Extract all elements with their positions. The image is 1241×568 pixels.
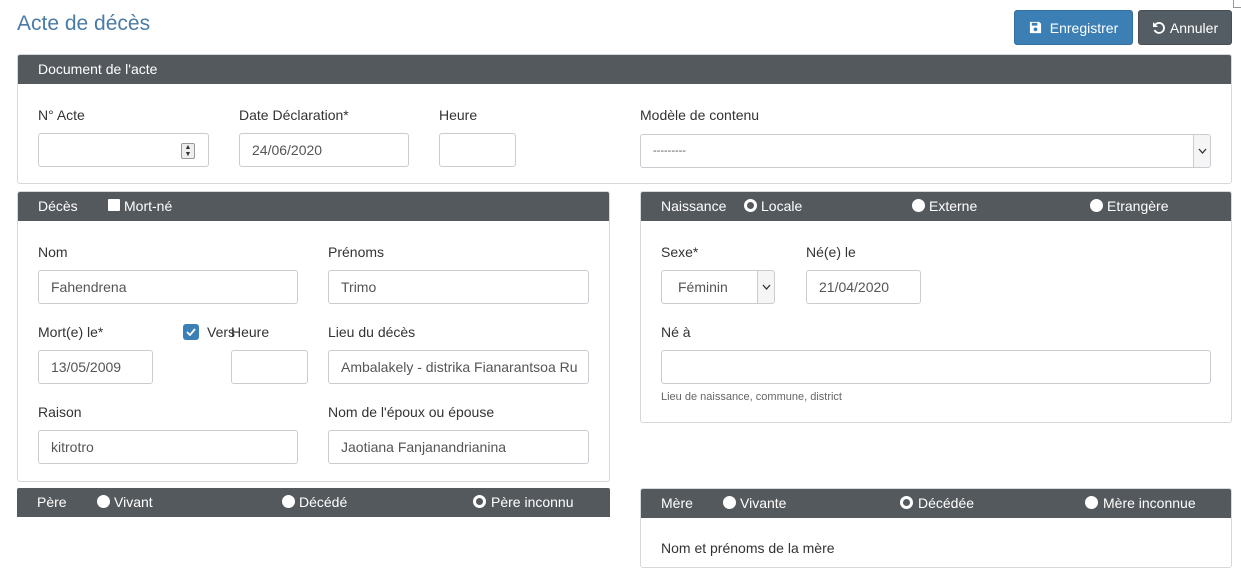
date-declaration-label: Date Déclaration* (239, 107, 349, 123)
date-declaration-input[interactable]: 24/06/2020 (239, 133, 409, 167)
modele-label: Modèle de contenu (640, 107, 760, 123)
radio-etrangere[interactable] (1090, 199, 1103, 212)
ne-a-help: Lieu de naissance, commune, district (661, 391, 842, 403)
sexe-label: Sexe* (661, 244, 699, 260)
check-icon (186, 328, 196, 336)
document-panel-header: Document de l'acte (18, 55, 1231, 84)
raison-label: Raison (38, 404, 82, 420)
epoux-input[interactable]: Jaotiana Fanjanandrianina (328, 430, 589, 464)
document-panel-title: Document de l'acte (38, 61, 158, 77)
num-acte-input[interactable]: ▲ ▼ (38, 133, 209, 167)
mere-inconnue-label: Mère inconnue (1103, 495, 1196, 511)
pere-inconnu-label: Père inconnu (491, 494, 574, 510)
mort-ne-label: Mort-né (124, 198, 173, 214)
pere-decede-label: Décédé (299, 494, 348, 510)
lieu-deces-label: Lieu du décès (328, 324, 416, 340)
naissance-panel-title: Naissance (661, 198, 727, 214)
radio-externe[interactable] (912, 199, 925, 212)
radio-etrangere-label: Etrangère (1107, 198, 1169, 214)
lieu-deces-input[interactable]: Ambalakely - distrika Fianarantsoa Ru (328, 350, 589, 384)
mort-le-label: Mort(e) le* (38, 324, 104, 340)
nom-input[interactable]: Fahendrena (38, 270, 298, 304)
radio-pere-vivant[interactable] (97, 495, 110, 508)
prenoms-label: Prénoms (328, 244, 385, 260)
radio-mere-vivante[interactable] (723, 496, 736, 509)
epoux-label: Nom de l'époux ou épouse (328, 404, 495, 420)
mere-title: Mère (661, 495, 693, 511)
ne-le-label: Né(e) le (806, 244, 856, 260)
radio-pere-inconnu[interactable] (473, 495, 486, 508)
nom-label: Nom (38, 244, 68, 260)
pere-vivant-label: Vivant (114, 494, 153, 510)
mere-decedee-label: Décédée (918, 495, 975, 511)
ne-le-input[interactable]: 21/04/2020 (806, 270, 921, 304)
raison-input[interactable]: kitrotro (38, 430, 298, 464)
mere-panel-header: Mère Vivante Décédée Mère inconnue (641, 489, 1231, 518)
deces-panel-header: Décès Mort-né (18, 192, 609, 221)
mort-ne-checkbox[interactable] (108, 199, 120, 211)
cancel-label: Annuler (1169, 19, 1219, 36)
naissance-panel: Naissance Locale Externe Etrangère (640, 191, 1232, 423)
num-acte-label: N° Acte (38, 107, 85, 123)
floppy-icon (1029, 21, 1041, 34)
chevron-down-icon (1193, 135, 1210, 167)
heure-input[interactable] (439, 133, 516, 167)
radio-mere-inconnue[interactable] (1085, 496, 1098, 509)
modele-select[interactable]: --------- (640, 134, 1211, 168)
window-corner (1233, 0, 1241, 8)
radio-mere-decedee[interactable] (900, 496, 913, 509)
heure-label: Heure (439, 107, 478, 123)
save-label: Enregistrer (1049, 19, 1119, 36)
radio-pere-decede[interactable] (282, 495, 295, 508)
vers-checkbox[interactable] (183, 324, 199, 340)
spinner-icon[interactable]: ▲ ▼ (181, 143, 195, 159)
mere-panel: Mère Vivante Décédée Mère inconnue (640, 488, 1232, 568)
radio-locale-label: Locale (761, 198, 803, 214)
deces-heure-input[interactable] (231, 350, 308, 384)
deces-heure-label: Heure (231, 324, 270, 340)
cancel-button[interactable]: Annuler (1138, 10, 1232, 45)
pere-title: Père (37, 494, 67, 510)
pere-bar: Père Vivant Décédé Père inconnu (17, 488, 610, 517)
page-title: Acte de décès (17, 12, 151, 35)
prenoms-input[interactable]: Trimo (328, 270, 589, 304)
naissance-panel-header: Naissance Locale Externe Etrangère (641, 192, 1231, 221)
mort-le-input[interactable]: 13/05/2009 (38, 350, 153, 384)
deces-panel-title: Décès (38, 198, 78, 214)
ne-a-label: Né à (661, 324, 691, 340)
radio-locale[interactable] (744, 199, 757, 212)
mere-nom-label: Nom et prénoms de la mère (661, 540, 835, 556)
sexe-select[interactable]: Féminin (661, 270, 775, 304)
radio-externe-label: Externe (929, 198, 978, 214)
mere-vivante-label: Vivante (740, 495, 787, 511)
chevron-down-icon (757, 271, 774, 303)
save-button[interactable]: Enregistrer (1014, 10, 1133, 45)
undo-icon (1152, 21, 1165, 34)
ne-a-input[interactable] (661, 350, 1211, 384)
